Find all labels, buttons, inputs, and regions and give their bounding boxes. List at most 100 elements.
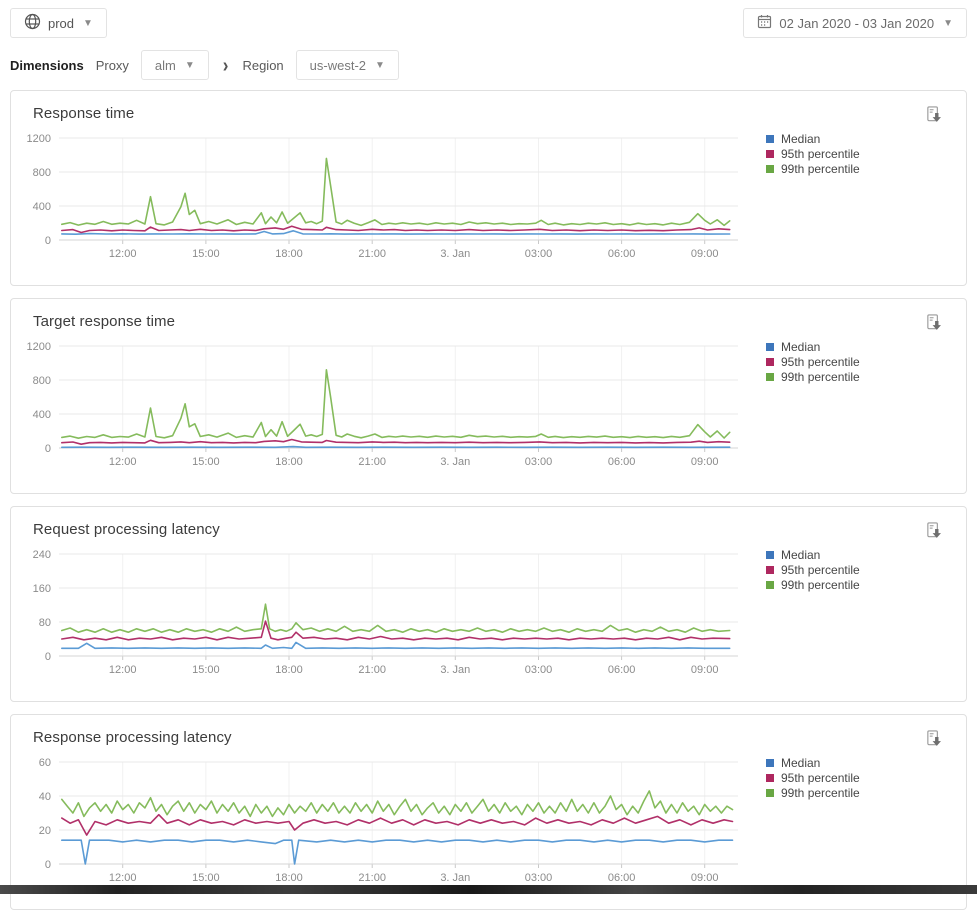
legend-label: Median bbox=[781, 340, 820, 354]
svg-text:15:00: 15:00 bbox=[192, 872, 220, 884]
svg-text:03:00: 03:00 bbox=[525, 248, 553, 260]
svg-text:03:00: 03:00 bbox=[525, 664, 553, 676]
svg-text:12:00: 12:00 bbox=[109, 456, 137, 468]
svg-text:0: 0 bbox=[45, 443, 51, 455]
legend-label: Median bbox=[781, 132, 820, 146]
svg-text:0: 0 bbox=[45, 235, 51, 247]
legend-swatch bbox=[766, 789, 774, 797]
panel-target-response-time: Target response time 12:00 15:00 18:00 21:0… bbox=[10, 298, 967, 494]
svg-text:06:00: 06:00 bbox=[608, 664, 636, 676]
svg-text:06:00: 06:00 bbox=[608, 456, 636, 468]
region-selector[interactable]: us-west-2 ▼ bbox=[296, 50, 399, 80]
legend-label: Median bbox=[781, 756, 820, 770]
region-label: Region bbox=[242, 58, 283, 73]
calendar-icon bbox=[757, 14, 772, 32]
svg-text:160: 160 bbox=[33, 583, 51, 595]
environment-selector[interactable]: prod ▼ bbox=[10, 8, 107, 38]
legend-label: 99th percentile bbox=[781, 578, 860, 592]
legend: Median 95th percentile 99th percentile bbox=[766, 547, 860, 592]
legend-label: 95th percentile bbox=[781, 147, 860, 161]
svg-text:09:00: 09:00 bbox=[691, 456, 719, 468]
legend-item-95th[interactable]: 95th percentile bbox=[766, 354, 860, 369]
legend-item-99th[interactable]: 99th percentile bbox=[766, 785, 860, 800]
legend-label: Median bbox=[781, 548, 820, 562]
legend-swatch bbox=[766, 358, 774, 366]
svg-text:3. Jan: 3. Jan bbox=[440, 456, 470, 468]
legend-swatch bbox=[766, 581, 774, 589]
panel-title: Request processing latency bbox=[11, 507, 966, 538]
legend-item-99th[interactable]: 99th percentile bbox=[766, 161, 860, 176]
svg-text:800: 800 bbox=[33, 375, 51, 387]
legend-label: 99th percentile bbox=[781, 162, 860, 176]
legend-item-median[interactable]: Median bbox=[766, 131, 860, 146]
legend-item-95th[interactable]: 95th percentile bbox=[766, 562, 860, 577]
date-range-picker[interactable]: 02 Jan 2020 - 03 Jan 2020 ▼ bbox=[743, 8, 967, 38]
legend-item-median[interactable]: Median bbox=[766, 339, 860, 354]
svg-text:15:00: 15:00 bbox=[192, 664, 220, 676]
legend: Median 95th percentile 99th percentile bbox=[766, 339, 860, 384]
panel-title: Target response time bbox=[11, 299, 966, 330]
legend-item-95th[interactable]: 95th percentile bbox=[766, 146, 860, 161]
svg-text:21:00: 21:00 bbox=[358, 456, 386, 468]
legend-item-95th[interactable]: 95th percentile bbox=[766, 770, 860, 785]
chart-canvas-target-response-time: 12:0015:0018:0021:003. Jan03:0006:0009:0… bbox=[23, 334, 758, 474]
svg-text:80: 80 bbox=[39, 617, 51, 629]
svg-text:09:00: 09:00 bbox=[691, 664, 719, 676]
charts-container: Response time 12:0015:0018:0021:003. Jan… bbox=[0, 90, 977, 910]
svg-text:12:00: 12:00 bbox=[109, 664, 137, 676]
legend-item-median[interactable]: Median bbox=[766, 547, 860, 562]
legend-swatch bbox=[766, 165, 774, 173]
svg-text:400: 400 bbox=[33, 409, 51, 421]
svg-text:09:00: 09:00 bbox=[691, 872, 719, 884]
svg-text:12:00: 12:00 bbox=[109, 248, 137, 260]
download-report-button[interactable] bbox=[923, 103, 946, 126]
legend-swatch bbox=[766, 566, 774, 574]
legend: Median 95th percentile 99th percentile bbox=[766, 755, 860, 800]
svg-text:60: 60 bbox=[39, 757, 51, 769]
svg-text:18:00: 18:00 bbox=[275, 456, 303, 468]
svg-text:240: 240 bbox=[33, 549, 51, 561]
svg-text:0: 0 bbox=[45, 651, 51, 663]
svg-text:21:00: 21:00 bbox=[358, 872, 386, 884]
svg-text:1200: 1200 bbox=[27, 341, 51, 353]
download-icon bbox=[925, 528, 944, 543]
legend-item-99th[interactable]: 99th percentile bbox=[766, 369, 860, 384]
legend-swatch bbox=[766, 135, 774, 143]
legend-swatch bbox=[766, 551, 774, 559]
legend-swatch bbox=[766, 774, 774, 782]
legend-item-median[interactable]: Median bbox=[766, 755, 860, 770]
legend-swatch bbox=[766, 373, 774, 381]
caret-down-icon: ▼ bbox=[185, 60, 195, 71]
legend-label: 99th percentile bbox=[781, 370, 860, 384]
top-toolbar: prod ▼ 02 Jan 2020 - 03 Jan 2020 ▼ bbox=[0, 0, 977, 38]
legend-label: 99th percentile bbox=[781, 786, 860, 800]
svg-text:03:00: 03:00 bbox=[525, 872, 553, 884]
download-report-button[interactable] bbox=[923, 727, 946, 750]
panel-response-time: Response time 12:0015:0018:0021:003. Jan… bbox=[10, 90, 967, 286]
svg-text:18:00: 18:00 bbox=[275, 872, 303, 884]
legend-label: 95th percentile bbox=[781, 771, 860, 785]
svg-text:1200: 1200 bbox=[27, 133, 51, 145]
chart-canvas-response-processing-latency: 12:0015:0018:0021:003. Jan03:0006:0009:0… bbox=[23, 750, 758, 890]
dock-strip bbox=[0, 885, 977, 894]
svg-text:40: 40 bbox=[39, 791, 51, 803]
legend-item-99th[interactable]: 99th percentile bbox=[766, 577, 860, 592]
legend-label: 95th percentile bbox=[781, 563, 860, 577]
chart-canvas-response-time: 12:0015:0018:0021:003. Jan03:0006:0009:0… bbox=[23, 126, 758, 266]
environment-label: prod bbox=[48, 16, 74, 31]
globe-icon bbox=[24, 13, 41, 33]
chevron-right-icon: › bbox=[223, 55, 229, 75]
svg-text:3. Jan: 3. Jan bbox=[440, 664, 470, 676]
caret-down-icon: ▼ bbox=[943, 18, 953, 29]
proxy-selector[interactable]: alm ▼ bbox=[141, 50, 209, 80]
legend-swatch bbox=[766, 150, 774, 158]
svg-text:06:00: 06:00 bbox=[608, 248, 636, 260]
svg-text:06:00: 06:00 bbox=[608, 872, 636, 884]
download-icon bbox=[925, 320, 944, 335]
svg-text:20: 20 bbox=[39, 825, 51, 837]
svg-text:09:00: 09:00 bbox=[691, 248, 719, 260]
svg-text:15:00: 15:00 bbox=[192, 456, 220, 468]
download-report-button[interactable] bbox=[923, 311, 946, 334]
svg-text:0: 0 bbox=[45, 859, 51, 871]
download-report-button[interactable] bbox=[923, 519, 946, 542]
